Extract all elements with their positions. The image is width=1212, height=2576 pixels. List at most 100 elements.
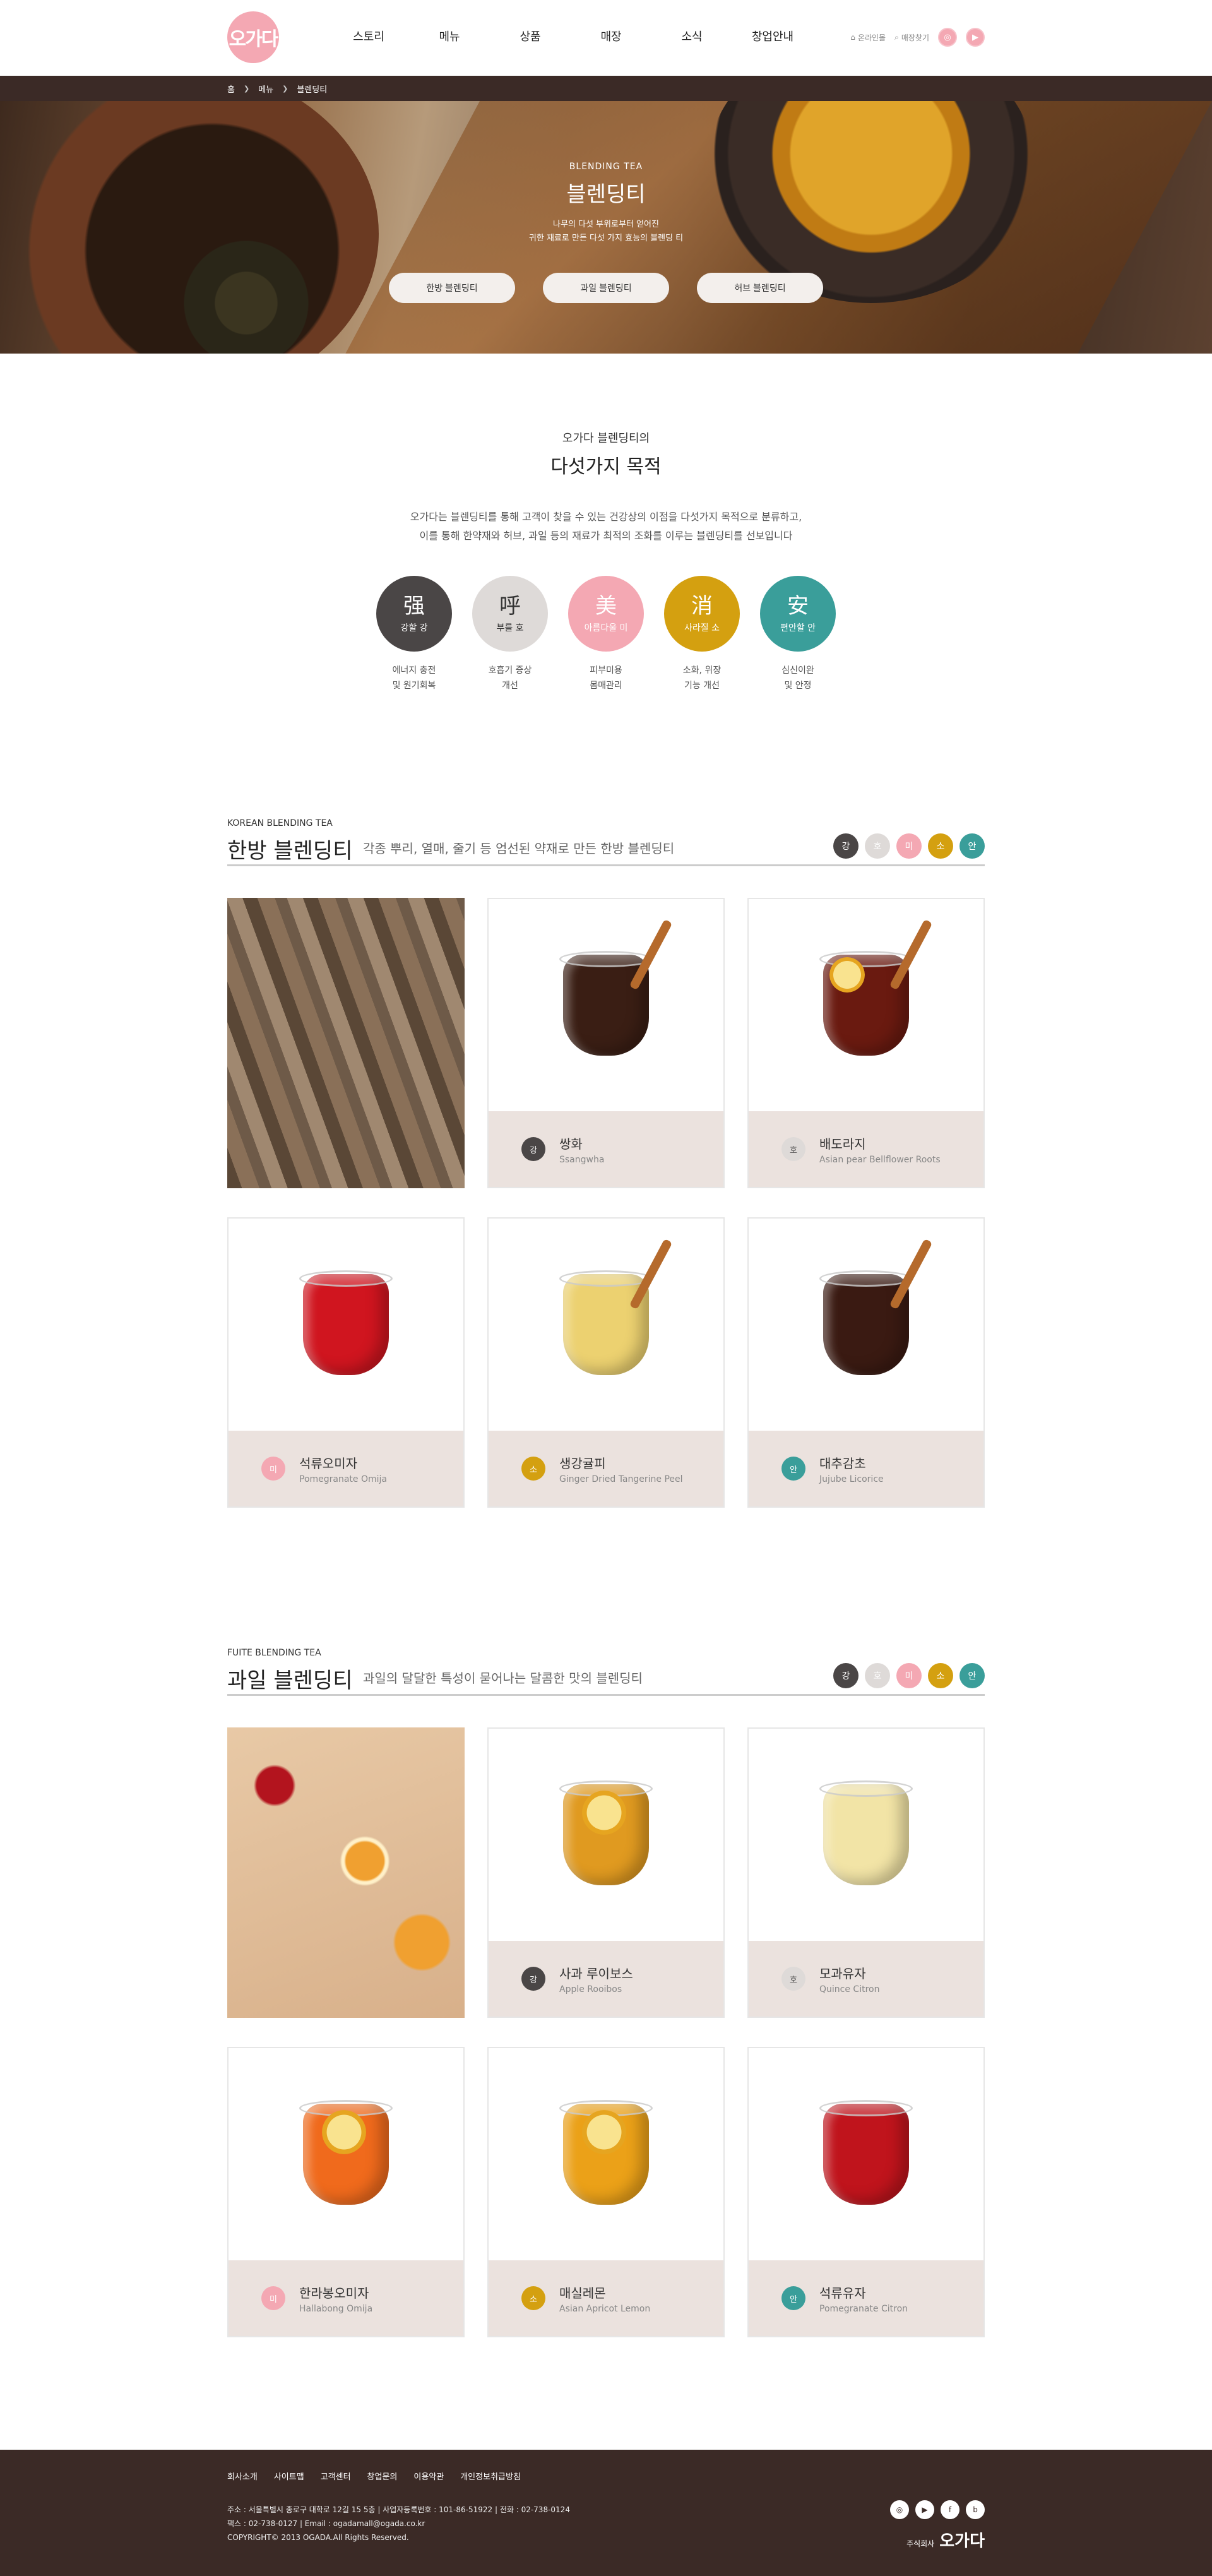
product-image (489, 899, 723, 1111)
product-name: 모과유자 (819, 1965, 866, 1981)
nav-products[interactable]: 상품 (490, 28, 571, 44)
purpose-caption: 피부미용 몸매관리 (568, 663, 644, 693)
product-info: 호 배도라지 Asian pear Bellflower Roots (749, 1111, 983, 1187)
youtube-icon[interactable]: ▶ (915, 2500, 934, 2519)
product-name: 생강귤피 (559, 1455, 606, 1471)
store-finder-link[interactable]: ⌕ 매장찾기 (894, 32, 929, 43)
section-title: 한방 블렌딩티 (227, 838, 353, 864)
product-info: 안 대추감초 Jujube Licorice (749, 1431, 983, 1506)
product-name: 석류오미자 (299, 1455, 357, 1471)
breadcrumb-home[interactable]: 홈 (227, 83, 235, 95)
purpose-item-mi: 美 아름다울 미 피부미용 몸매관리 (568, 576, 644, 693)
purpose-badge: 강 (521, 1137, 545, 1161)
product-info: 강 사과 루이보스 Apple Rooibos (489, 1941, 723, 2017)
purpose-korean: 강할 강 (400, 623, 428, 633)
logo[interactable]: 오가다 (227, 11, 279, 63)
nav-news[interactable]: 소식 (651, 28, 732, 44)
purpose-hanja: 美 (595, 593, 617, 619)
product-card[interactable]: 소 생강귤피 Ginger Dried Tangerine Peel (487, 1217, 725, 1508)
footer-brand: 주식회사 오가다 (906, 2528, 985, 2551)
nav-menu[interactable]: 메뉴 (409, 28, 490, 44)
section-desc: 과일의 달달한 특성이 묻어나는 달콤한 맛의 블렌딩티 (363, 1671, 643, 1686)
purpose-item-so: 消 사라질 소 소화, 위장 기능 개선 (664, 576, 740, 693)
filter-so[interactable]: 소 (928, 833, 953, 859)
breadcrumb: 홈 ❯ 메뉴 ❯ 블렌딩티 (0, 76, 1212, 101)
product-card[interactable]: 호 모과유자 Quince Citron (747, 1727, 985, 2018)
hero-desc-2: 귀한 재료로 만든 다섯 가지 효능의 블렌딩 티 (528, 234, 684, 243)
product-image (489, 1729, 723, 1941)
section-header: KOREAN BLENDING TEA 한방 블렌딩티 각종 뿌리, 열매, 줄… (227, 818, 985, 866)
purpose-badge: 미 (261, 1457, 285, 1481)
section-desc: 각종 뿌리, 열매, 줄기 등 엄선된 약재로 만든 한방 블렌딩티 (363, 841, 675, 856)
search-icon: ⌕ (894, 32, 899, 42)
product-english-name: Ssangwha (559, 1154, 605, 1165)
product-english-name: Asian pear Bellflower Roots (819, 1154, 941, 1165)
purpose-caption-line: 소화, 위장 (682, 665, 722, 676)
company-info: 주소 : 서울특별시 종로구 대학로 12길 15 5층 | 사업자등록번호 :… (227, 2503, 570, 2544)
hero-title: 블렌딩티 (566, 182, 646, 207)
footer-sns: ◎ ▶ f b (890, 2500, 985, 2519)
online-mall-link[interactable]: ⌂ 온라인몰 (850, 32, 886, 43)
blog-icon[interactable]: b (966, 2500, 985, 2519)
breadcrumb-menu[interactable]: 메뉴 (258, 83, 273, 95)
footer-link-company[interactable]: 회사소개 (227, 2470, 258, 2482)
purpose-korean: 사라질 소 (684, 623, 720, 633)
filter-ho[interactable]: 호 (865, 1663, 890, 1688)
korean-blending-button[interactable]: 한방 블렌딩티 (389, 273, 515, 303)
product-card[interactable]: 강 쌍화 Ssangwha (487, 898, 725, 1188)
brand-prefix: 주식회사 (906, 2539, 935, 2548)
product-card[interactable]: 안 석류유자 Pomegranate Citron (747, 2047, 985, 2337)
purpose-circle: 消 사라질 소 (664, 576, 740, 652)
purpose-caption-line: 호흡기 증상 (488, 665, 532, 676)
product-info: 미 석류오미자 Pomegranate Omija (229, 1431, 463, 1506)
product-info: 강 쌍화 Ssangwha (489, 1111, 723, 1187)
product-card[interactable]: 미 한라봉오미자 Hallabong Omija (227, 2047, 465, 2337)
online-mall-label: 온라인몰 (857, 33, 886, 42)
nav-stores[interactable]: 매장 (571, 28, 651, 44)
filter-ho[interactable]: 호 (865, 833, 890, 859)
filter-an[interactable]: 안 (960, 833, 985, 859)
utility-menu: ⌂ 온라인몰 ⌕ 매장찾기 ◎ ▶ (850, 28, 985, 47)
dried-fruit-photo (227, 1727, 465, 2018)
filter-gang[interactable]: 강 (833, 1663, 858, 1688)
nav-story[interactable]: 스토리 (328, 28, 409, 44)
footer-link-privacy[interactable]: 개인정보취급방침 (460, 2470, 521, 2482)
filter-gang[interactable]: 강 (833, 833, 858, 859)
section-subtitle: FUITE BLENDING TEA (227, 1648, 321, 1658)
product-card[interactable]: 미 석류오미자 Pomegranate Omija (227, 1217, 465, 1508)
korean-blending-section: KOREAN BLENDING TEA 한방 블렌딩티 각종 뿌리, 열매, 줄… (227, 818, 985, 1508)
instagram-icon[interactable]: ◎ (938, 28, 957, 47)
product-info: 미 한라봉오미자 Hallabong Omija (229, 2260, 463, 2336)
product-card[interactable]: 안 대추감초 Jujube Licorice (747, 1217, 985, 1508)
filter-so[interactable]: 소 (928, 1663, 953, 1688)
footer-link-terms[interactable]: 이용약관 (413, 2470, 444, 2482)
footer-link-franchise[interactable]: 창업문의 (367, 2470, 398, 2482)
filter-mi[interactable]: 미 (896, 1663, 922, 1688)
herb-blending-button[interactable]: 허브 블렌딩티 (697, 273, 823, 303)
filter-an[interactable]: 안 (960, 1663, 985, 1688)
purpose-badge: 호 (781, 1967, 805, 1991)
product-card[interactable]: 강 사과 루이보스 Apple Rooibos (487, 1727, 725, 2018)
instagram-icon[interactable]: ◎ (890, 2500, 909, 2519)
product-card[interactable]: 소 매실레몬 Asian Apricot Lemon (487, 2047, 725, 2337)
purpose-item-an: 安 편안할 안 심신이완 및 안정 (760, 576, 836, 693)
purpose-hanja: 安 (787, 593, 809, 619)
purpose-filter: 강 호 미 소 안 (833, 833, 985, 859)
purpose-circle: 呼 부를 호 (472, 576, 548, 652)
five-purposes-section: 오가다 블렌딩티의 다섯가지 목적 오가다는 블렌딩티를 통해 고객이 찾을 수… (0, 354, 1212, 693)
hero-desc-1: 나무의 다섯 부위로부터 얻어진 (553, 220, 659, 229)
product-card[interactable]: 호 배도라지 Asian pear Bellflower Roots (747, 898, 985, 1188)
purpose-badge: 소 (521, 2286, 545, 2310)
filter-mi[interactable]: 미 (896, 833, 922, 859)
store-finder-label: 매장찾기 (901, 33, 929, 42)
youtube-icon[interactable]: ▶ (966, 28, 985, 47)
bag-icon: ⌂ (850, 33, 855, 42)
footer-link-support[interactable]: 고객센터 (321, 2470, 351, 2482)
purpose-circle: 强 강할 강 (376, 576, 452, 652)
footer-link-sitemap[interactable]: 사이트맵 (274, 2470, 304, 2482)
product-name: 쌍화 (559, 1136, 583, 1152)
product-name: 사과 루이보스 (559, 1965, 633, 1981)
nav-franchise[interactable]: 창업안내 (732, 28, 813, 44)
fruit-blending-button[interactable]: 과일 블렌딩티 (543, 273, 669, 303)
facebook-icon[interactable]: f (941, 2500, 960, 2519)
